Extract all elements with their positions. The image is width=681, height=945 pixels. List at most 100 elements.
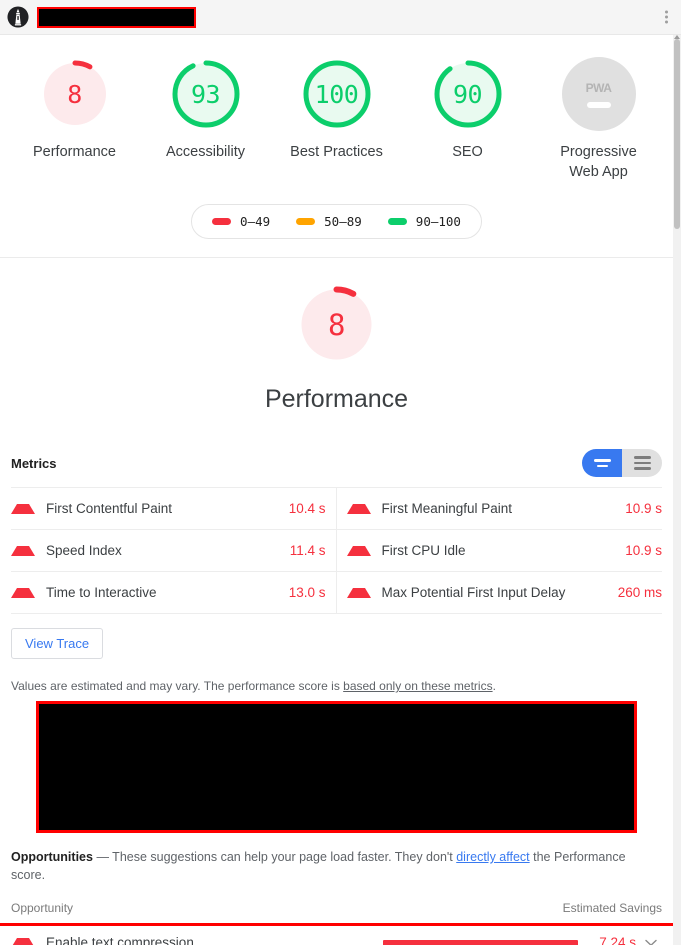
fail-triangle-icon bbox=[11, 503, 35, 514]
fail-triangle-icon bbox=[11, 587, 35, 598]
opportunities-intro: Opportunities — These suggestions can he… bbox=[11, 833, 662, 884]
legend-pill-pass-icon bbox=[387, 218, 407, 225]
metric-label: Speed Index bbox=[46, 543, 122, 558]
fail-triangle-icon bbox=[11, 937, 35, 945]
pwa-gauge-badge: PWA bbox=[561, 57, 636, 131]
directly-affect-link[interactable]: directly affect bbox=[456, 850, 529, 864]
metric-value: 13.0 s bbox=[288, 585, 326, 600]
legend-pill-fail-icon bbox=[212, 218, 232, 225]
performance-score-label: Performance bbox=[32, 144, 116, 160]
lighthouse-logo-icon bbox=[7, 6, 29, 28]
metric-value: 10.4 s bbox=[288, 501, 326, 516]
metric-row[interactable]: Max Potential First Input Delay 260 ms bbox=[336, 571, 662, 613]
opportunity-bar-zone bbox=[378, 939, 578, 945]
chevron-down-icon[interactable] bbox=[640, 939, 662, 945]
more-vertical-icon[interactable] bbox=[665, 10, 668, 24]
pwa-badge-text: PWA bbox=[585, 80, 612, 95]
legend-pill-average-icon bbox=[296, 218, 316, 225]
view-trace-button[interactable]: View Trace bbox=[11, 628, 104, 659]
report-topbar bbox=[0, 0, 681, 35]
opportunities-title: Opportunities bbox=[11, 850, 93, 864]
score-gauge-accessibility[interactable]: 93 Accessibility bbox=[153, 57, 258, 182]
bars-view-icon[interactable] bbox=[582, 449, 622, 477]
metrics-view-toggle[interactable] bbox=[582, 449, 662, 477]
opportunity-label: Enable text compression bbox=[46, 935, 194, 945]
opportunities-column-headers: Opportunity Estimated Savings bbox=[11, 884, 662, 923]
filmstrip-redacted bbox=[36, 701, 637, 833]
performance-gauge-ring: 8 bbox=[38, 57, 112, 131]
accessibility-score-value: 93 bbox=[190, 79, 221, 109]
legend-range-fail: 0–49 bbox=[240, 214, 271, 229]
legend-range-pass: 90–100 bbox=[415, 214, 461, 229]
disclaimer-text-suffix: . bbox=[492, 679, 496, 693]
metric-value: 10.9 s bbox=[625, 501, 662, 516]
filmstrip-section bbox=[0, 693, 673, 833]
metric-value: 11.4 s bbox=[289, 543, 326, 558]
metrics-header-row: Metrics bbox=[11, 422, 662, 487]
list-view-icon[interactable] bbox=[622, 449, 662, 477]
performance-score-value: 8 bbox=[67, 79, 82, 109]
accessibility-score-label: Accessibility bbox=[166, 144, 245, 160]
metric-value: 10.9 s bbox=[625, 543, 662, 558]
report-scroll-area: 8 Performance 93 Accessibility 100 Best … bbox=[0, 35, 681, 945]
scores-header: 8 Performance 93 Accessibility 100 Best … bbox=[0, 35, 673, 258]
seo-gauge-ring: 90 bbox=[431, 57, 505, 131]
score-gauge-pwa[interactable]: PWA Progressive Web App bbox=[546, 57, 651, 182]
opportunity-savings-bar bbox=[383, 939, 578, 945]
best-practices-score-label: Best Practices bbox=[290, 144, 383, 160]
category-gauge-performance: 8 bbox=[295, 283, 378, 366]
metrics-section-title: Metrics bbox=[11, 455, 57, 471]
vertical-scrollbar[interactable] bbox=[673, 35, 681, 945]
score-gauge-seo[interactable]: 90 SEO bbox=[415, 57, 520, 182]
category-title: Performance bbox=[264, 385, 409, 413]
accessibility-gauge-ring: 93 bbox=[169, 57, 243, 131]
metric-label: First CPU Idle bbox=[381, 543, 466, 558]
fail-triangle-icon bbox=[11, 545, 35, 556]
opportunity-row-highlighted[interactable]: Enable text compression 7.24 s bbox=[0, 923, 673, 945]
seo-score-label: SEO bbox=[452, 144, 483, 160]
legend-range-average: 50–89 bbox=[324, 214, 362, 229]
disclaimer-text-prefix: Values are estimated and may vary. The p… bbox=[11, 679, 344, 693]
opportunities-section: Opportunities — These suggestions can he… bbox=[0, 833, 673, 945]
best-practices-gauge-ring: 100 bbox=[300, 57, 374, 131]
view-trace-row: View Trace bbox=[11, 613, 662, 659]
metrics-disclaimer: Values are estimated and may vary. The p… bbox=[11, 659, 662, 693]
legend-item-pass: 90–100 bbox=[387, 214, 461, 229]
metrics-section: Metrics First Contentful Paint 10.4 s Fi… bbox=[0, 422, 673, 693]
opportunities-intro-prefix: These suggestions can help your page loa… bbox=[108, 850, 457, 864]
pwa-score-label: Progressive Web App bbox=[560, 144, 637, 180]
score-gauge-best-practices[interactable]: 100 Best Practices bbox=[284, 57, 389, 182]
metrics-doc-link[interactable]: based only on these metrics bbox=[343, 679, 492, 693]
fail-triangle-icon bbox=[346, 503, 371, 514]
metric-label: First Meaningful Paint bbox=[381, 501, 513, 516]
opportunities-dash: — bbox=[96, 850, 109, 864]
opportunity-savings-value: 7.24 s bbox=[599, 935, 636, 945]
category-score-value: 8 bbox=[328, 307, 345, 342]
report-body: 8 Performance 93 Accessibility 100 Best … bbox=[0, 35, 673, 945]
metric-row[interactable]: First CPU Idle 10.9 s bbox=[336, 529, 662, 571]
column-header-opportunity: Opportunity bbox=[11, 901, 74, 915]
metric-label: First Contentful Paint bbox=[46, 501, 173, 516]
category-header-performance: 8 Performance bbox=[0, 258, 673, 422]
legend-item-average: 50–89 bbox=[296, 214, 362, 229]
column-header-estimated-savings: Estimated Savings bbox=[562, 901, 662, 915]
score-legend-wrap: 0–49 50–89 90–100 bbox=[0, 204, 673, 239]
metric-value: 260 ms bbox=[617, 585, 662, 600]
metric-label: Time to Interactive bbox=[46, 585, 157, 600]
best-practices-score-value: 100 bbox=[314, 79, 359, 109]
metric-row[interactable]: First Contentful Paint 10.4 s bbox=[11, 487, 337, 529]
metric-label: Max Potential First Input Delay bbox=[381, 585, 566, 600]
scrollbar-thumb[interactable] bbox=[674, 39, 680, 229]
page-url-redacted[interactable] bbox=[37, 6, 196, 28]
score-legend: 0–49 50–89 90–100 bbox=[191, 204, 482, 239]
fail-triangle-icon bbox=[346, 545, 371, 556]
fail-triangle-icon bbox=[346, 587, 371, 598]
seo-score-value: 90 bbox=[452, 79, 483, 109]
metrics-grid: First Contentful Paint 10.4 s First Mean… bbox=[11, 487, 662, 613]
score-gauges: 8 Performance 93 Accessibility 100 Best … bbox=[0, 57, 673, 182]
legend-item-fail: 0–49 bbox=[212, 214, 270, 229]
score-gauge-performance[interactable]: 8 Performance bbox=[22, 57, 127, 182]
metric-row[interactable]: Time to Interactive 13.0 s bbox=[11, 571, 337, 613]
metric-row[interactable]: First Meaningful Paint 10.9 s bbox=[336, 487, 662, 529]
metric-row[interactable]: Speed Index 11.4 s bbox=[11, 529, 337, 571]
